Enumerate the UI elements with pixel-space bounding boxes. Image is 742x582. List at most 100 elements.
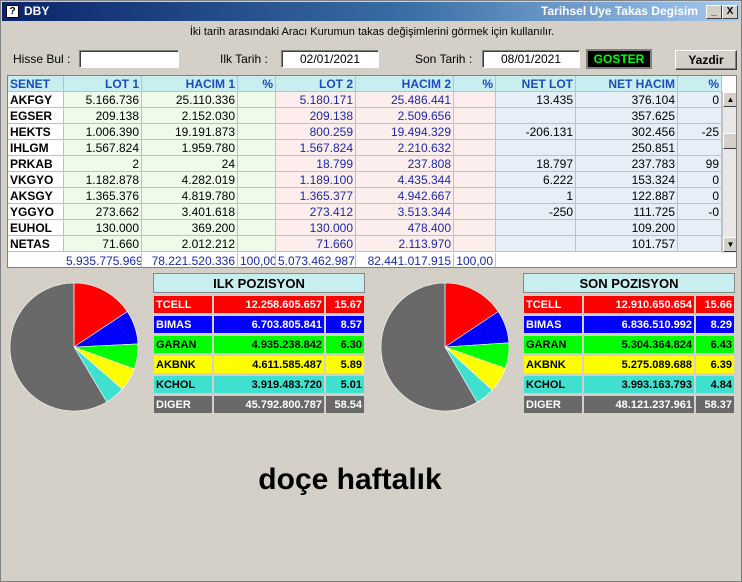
ilk-pozisyon-pie [9, 282, 139, 412]
show-button[interactable]: GOSTER [586, 49, 652, 69]
value-cell: 209.138 [64, 108, 142, 124]
column-header[interactable]: NET LOT [496, 76, 576, 92]
table-row[interactable]: PRKAB 2 24 18.799 237.808 18.797 237.783 99 [8, 156, 736, 172]
caption-text: doçe haftalık [258, 463, 442, 496]
position-pct: 58.37 [695, 395, 735, 414]
value-cell: 0 [678, 92, 722, 108]
table-row[interactable]: YGGYO 273.662 3.401.618 273.412 3.513.344 -25… [8, 204, 736, 220]
value-cell: 6.222 [496, 172, 576, 188]
value-cell [678, 108, 722, 124]
value-cell: 273.662 [64, 204, 142, 220]
value-cell: 1 [496, 188, 576, 204]
value-cell: 99 [678, 156, 722, 172]
value-cell [454, 188, 496, 204]
value-cell: -206.131 [496, 124, 576, 140]
symbol-cell: VKGYO [8, 172, 64, 188]
column-header[interactable]: LOT 2 [276, 76, 356, 92]
minimize-button[interactable]: _ [706, 5, 722, 19]
column-header[interactable]: % [678, 76, 722, 92]
start-date-field[interactable]: 02/01/2021 [281, 50, 379, 68]
table-row[interactable]: EUHOL 130.000 369.200 130.000 478.400 109.200 [8, 220, 736, 236]
table-row[interactable]: EGSER 209.138 2.152.030 209.138 2.509.656 357… [8, 108, 736, 124]
value-cell: 1.959.780 [142, 140, 238, 156]
search-input[interactable] [79, 50, 179, 68]
info-text: İki tarih arasındaki Aracı Kurumun takas… [189, 26, 555, 38]
print-button[interactable]: Yazdir [675, 50, 737, 70]
value-cell: 18.797 [496, 156, 576, 172]
total-cell: 5.073.462.987 [276, 253, 356, 268]
table-row[interactable]: AKFGY 5.166.736 25.110.336 5.180.171 25.486.… [8, 92, 736, 108]
position-value: 45.792.800.787 [213, 395, 325, 414]
position-name: DIGER [523, 395, 583, 414]
value-cell: 376.104 [576, 92, 678, 108]
value-cell: 2.210.632 [356, 140, 454, 156]
position-value: 12.258.605.657 [213, 295, 325, 314]
position-name: GARAN [523, 335, 583, 354]
value-cell: 4.819.780 [142, 188, 238, 204]
value-cell: 101.757 [576, 236, 678, 252]
value-cell: 273.412 [276, 204, 356, 220]
column-header[interactable]: % [238, 76, 276, 92]
position-pct: 8.29 [695, 315, 735, 334]
end-date-field[interactable]: 08/01/2021 [482, 50, 580, 68]
position-row: KCHOL 3.919.483.720 5.01 [153, 375, 365, 394]
position-row: BIMAS 6.703.805.841 8.57 [153, 315, 365, 334]
column-header[interactable]: HACIM 2 [356, 76, 454, 92]
value-cell: 130.000 [276, 220, 356, 236]
value-cell: 4.435.344 [356, 172, 454, 188]
table-row[interactable]: IHLGM 1.567.824 1.959.780 1.567.824 2.210.63… [8, 140, 736, 156]
value-cell: 109.200 [576, 220, 678, 236]
value-cell: 478.400 [356, 220, 454, 236]
table-row[interactable]: AKSGY 1.365.376 4.819.780 1.365.377 4.942.66… [8, 188, 736, 204]
position-name: KCHOL [153, 375, 213, 394]
value-cell: 5.166.736 [64, 92, 142, 108]
search-label: Hisse Bul : [13, 52, 71, 66]
table-scrollbar[interactable]: ▲ ▼ [722, 92, 736, 253]
column-header[interactable]: HACIM 1 [142, 76, 238, 92]
value-cell [238, 108, 276, 124]
total-cell: 100,00 [454, 253, 496, 267]
value-cell: -250 [496, 204, 576, 220]
position-pct: 15.66 [695, 295, 735, 314]
symbol-cell: EUHOL [8, 220, 64, 236]
column-header[interactable]: SENET [8, 76, 64, 92]
table-row[interactable]: HEKTS 1.006.390 19.191.873 800.259 19.494.32… [8, 124, 736, 140]
value-cell: 24 [142, 156, 238, 172]
table-row[interactable]: VKGYO 1.182.878 4.282.019 1.189.100 4.435.34… [8, 172, 736, 188]
value-cell [678, 236, 722, 252]
position-value: 3.993.163.793 [583, 375, 695, 394]
position-value: 5.304.364.824 [583, 335, 695, 354]
value-cell: 71.660 [276, 236, 356, 252]
table-row[interactable]: NETAS 71.660 2.012.212 71.660 2.113.970 101.7… [8, 236, 736, 252]
position-name: DIGER [153, 395, 213, 414]
son-pozisyon-title: SON POZISYON [523, 273, 735, 293]
value-cell [454, 140, 496, 156]
app-menu-icon[interactable]: ? [6, 5, 19, 18]
column-header[interactable]: NET HACIM [576, 76, 678, 92]
column-header[interactable]: LOT 1 [64, 76, 142, 92]
position-value: 12.910.650.654 [583, 295, 695, 314]
value-cell: 25.486.441 [356, 92, 454, 108]
position-name: AKBNK [153, 355, 213, 374]
total-cell: 82.441.017.915 [356, 253, 454, 267]
scroll-thumb[interactable] [723, 133, 736, 149]
position-row: AKBNK 5.275.089.688 6.39 [523, 355, 735, 374]
value-cell: 2.509.656 [356, 108, 454, 124]
scroll-up-icon[interactable]: ▲ [723, 92, 736, 107]
start-date-label: Ilk Tarih : [220, 52, 268, 66]
scroll-down-icon[interactable]: ▼ [723, 237, 736, 252]
value-cell: 1.006.390 [64, 124, 142, 140]
window-title: DBY [24, 4, 50, 18]
symbol-cell: AKFGY [8, 92, 64, 108]
column-header[interactable]: % [454, 76, 496, 92]
window-subtitle: Tarihsel Uye Takas Degisim [541, 4, 698, 18]
value-cell: 1.182.878 [64, 172, 142, 188]
position-row: AKBNK 4.611.585.487 5.89 [153, 355, 365, 374]
position-value: 48.121.237.961 [583, 395, 695, 414]
value-cell [496, 220, 576, 236]
close-button[interactable]: X [722, 5, 738, 19]
symbol-cell: NETAS [8, 236, 64, 252]
value-cell [678, 220, 722, 236]
position-value: 4.935.238.842 [213, 335, 325, 354]
value-cell: 153.324 [576, 172, 678, 188]
